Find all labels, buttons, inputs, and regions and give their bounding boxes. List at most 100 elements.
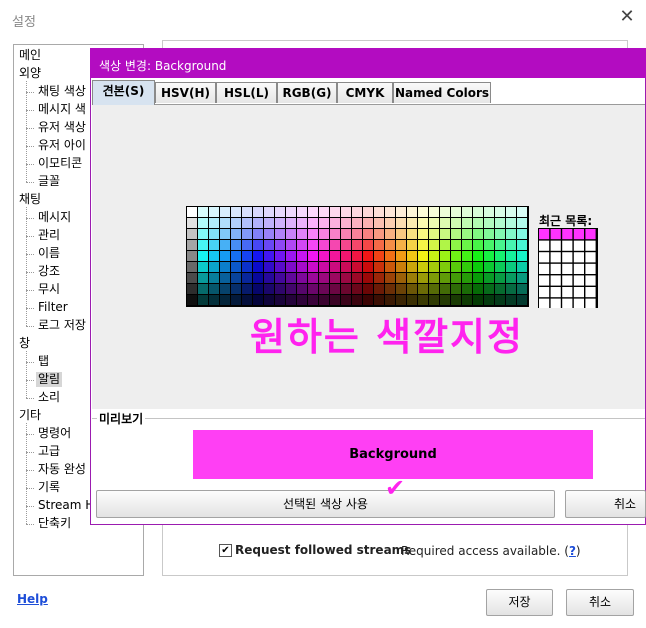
swatch-cell[interactable] [506, 262, 516, 272]
swatch-cell[interactable] [264, 229, 274, 239]
swatch-cell[interactable] [341, 229, 351, 239]
swatch-cell[interactable] [220, 284, 230, 294]
swatch-cell[interactable] [330, 240, 340, 250]
swatch-cell[interactable] [396, 218, 406, 228]
sidebar-item-2[interactable]: 외양 [19, 66, 41, 81]
swatch-cell[interactable] [319, 218, 329, 228]
tab-hsv[interactable]: HSV(H) [155, 82, 216, 103]
swatch-cell[interactable] [363, 262, 373, 272]
swatch-cell[interactable] [484, 218, 494, 228]
swatch-cell[interactable] [495, 262, 505, 272]
swatch-cell[interactable] [231, 240, 241, 250]
swatch-cell[interactable] [297, 251, 307, 261]
swatch-cell[interactable] [286, 284, 296, 294]
swatch-cell[interactable] [198, 240, 208, 250]
swatch-cell[interactable] [407, 284, 417, 294]
recent-color-cell[interactable] [573, 240, 584, 251]
swatch-cell[interactable] [286, 229, 296, 239]
swatch-cell[interactable] [341, 218, 351, 228]
swatch-cell[interactable] [187, 262, 197, 272]
swatch-cell[interactable] [451, 262, 461, 272]
swatch-cell[interactable] [308, 218, 318, 228]
swatch-cell[interactable] [275, 251, 285, 261]
swatch-cell[interactable] [374, 251, 384, 261]
sidebar-item-1[interactable]: 메인 [19, 48, 41, 63]
swatch-cell[interactable] [275, 240, 285, 250]
sidebar-item-15[interactable]: Filter [38, 300, 68, 315]
swatch-cell[interactable] [231, 273, 241, 283]
swatch-cell[interactable] [319, 262, 329, 272]
swatch-cell[interactable] [198, 207, 208, 217]
swatch-cell[interactable] [440, 240, 450, 250]
swatch-cell[interactable] [242, 284, 252, 294]
swatch-cell[interactable] [517, 262, 527, 272]
swatch-cell[interactable] [330, 218, 340, 228]
swatch-cell[interactable] [407, 240, 417, 250]
sidebar-item-3[interactable]: 채팅 색상 [38, 84, 86, 99]
swatch-cell[interactable] [264, 273, 274, 283]
recent-color-cell[interactable] [562, 229, 573, 240]
sidebar-item-27[interactable]: 단축키 [38, 516, 71, 531]
swatch-cell[interactable] [495, 240, 505, 250]
swatch-cell[interactable] [385, 207, 395, 217]
swatch-cell[interactable] [330, 273, 340, 283]
swatch-cell[interactable] [286, 207, 296, 217]
swatch-cell[interactable] [242, 273, 252, 283]
recent-color-cell[interactable] [562, 275, 573, 286]
swatch-cell[interactable] [462, 262, 472, 272]
swatch-cell[interactable] [374, 229, 384, 239]
swatch-cell[interactable] [374, 273, 384, 283]
swatch-cell[interactable] [308, 229, 318, 239]
recent-color-cell[interactable] [550, 229, 561, 240]
swatch-cell[interactable] [418, 262, 428, 272]
swatch-cell[interactable] [308, 262, 318, 272]
swatch-cell[interactable] [264, 251, 274, 261]
swatch-cell[interactable] [374, 240, 384, 250]
swatch-cell[interactable] [242, 295, 252, 305]
swatch-cell[interactable] [418, 229, 428, 239]
swatch-grid[interactable] [186, 206, 529, 307]
swatch-cell[interactable] [198, 262, 208, 272]
swatch-cell[interactable] [429, 295, 439, 305]
swatch-cell[interactable] [319, 295, 329, 305]
swatch-cell[interactable] [418, 207, 428, 217]
swatch-cell[interactable] [374, 284, 384, 294]
swatch-cell[interactable] [308, 273, 318, 283]
swatch-cell[interactable] [319, 240, 329, 250]
swatch-cell[interactable] [473, 284, 483, 294]
swatch-cell[interactable] [396, 251, 406, 261]
swatch-cell[interactable] [462, 207, 472, 217]
sidebar-item-10[interactable]: 메시지 [38, 210, 71, 225]
swatch-cell[interactable] [297, 207, 307, 217]
swatch-cell[interactable] [451, 229, 461, 239]
swatch-cell[interactable] [308, 251, 318, 261]
swatch-cell[interactable] [330, 284, 340, 294]
sidebar-item-14[interactable]: 무시 [38, 282, 60, 297]
swatch-cell[interactable] [517, 295, 527, 305]
swatch-cell[interactable] [220, 295, 230, 305]
sidebar-item-22[interactable]: 명령어 [38, 426, 71, 441]
swatch-cell[interactable] [297, 295, 307, 305]
swatch-cell[interactable] [385, 284, 395, 294]
swatch-cell[interactable] [341, 284, 351, 294]
swatch-cell[interactable] [209, 207, 219, 217]
recent-color-cell[interactable] [573, 275, 584, 286]
recent-color-cell[interactable] [539, 229, 550, 240]
sidebar-item-8[interactable]: 글꼴 [38, 174, 60, 189]
swatch-cell[interactable] [407, 207, 417, 217]
recent-color-cell[interactable] [585, 275, 596, 286]
swatch-cell[interactable] [209, 284, 219, 294]
swatch-cell[interactable] [385, 240, 395, 250]
sidebar-item-4[interactable]: 메시지 색 [38, 102, 86, 117]
swatch-cell[interactable] [396, 262, 406, 272]
swatch-cell[interactable] [220, 251, 230, 261]
swatch-cell[interactable] [363, 240, 373, 250]
swatch-cell[interactable] [440, 251, 450, 261]
recent-color-cell[interactable] [550, 287, 561, 298]
swatch-cell[interactable] [385, 262, 395, 272]
swatch-cell[interactable] [352, 295, 362, 305]
swatch-cell[interactable] [341, 295, 351, 305]
recent-color-cell[interactable] [585, 229, 596, 240]
swatch-cell[interactable] [396, 295, 406, 305]
swatch-cell[interactable] [385, 295, 395, 305]
